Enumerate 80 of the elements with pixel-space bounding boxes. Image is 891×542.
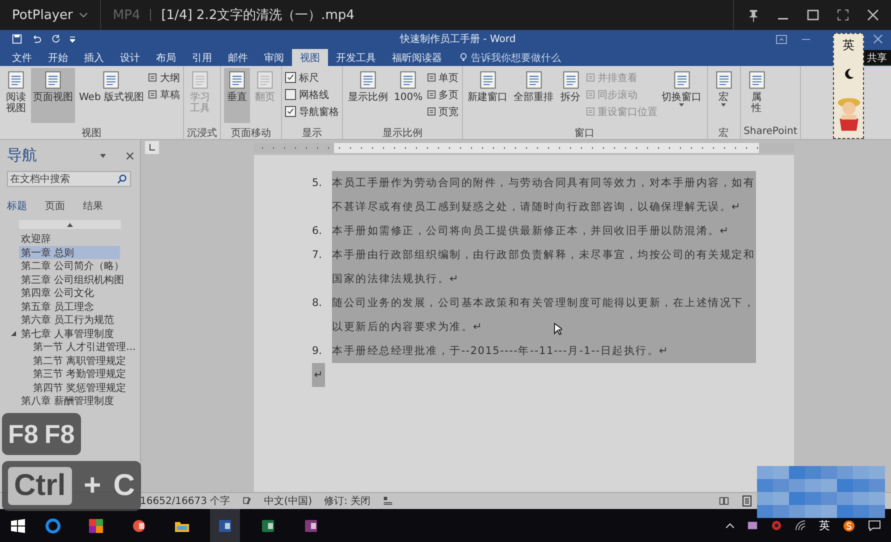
ribbon-button[interactable]: 单页	[426, 70, 459, 85]
ribbon-tab[interactable]: 布局	[148, 49, 184, 66]
ribbon-button[interactable]: 全部重排	[512, 68, 556, 123]
list-number: 5.	[312, 176, 324, 191]
ribbon-button[interactable]: 多页	[426, 87, 459, 102]
ribbon-button[interactable]: 100%	[392, 68, 425, 123]
group-label: 显示	[300, 127, 323, 139]
share-button[interactable]: 共享	[863, 50, 891, 65]
heading-item[interactable]: 第八章 薪酬管理制度	[19, 394, 116, 408]
paragraph-text: 本手册由行政部组织编制，由行政部负责解释，未尽事宜，均按公司的有关规定和国家的法律法规执行。↵	[332, 243, 756, 291]
heading-item[interactable]: 第四节 奖惩管理规定	[31, 380, 128, 394]
ribbon-button[interactable]: 新建窗口	[466, 68, 510, 123]
input-method-widget[interactable]: 英	[833, 33, 864, 139]
ribbon-tab[interactable]: 开始	[40, 49, 76, 66]
ribbon-tab[interactable]: 设计	[112, 49, 148, 66]
checkbox[interactable]: 网格线	[284, 87, 339, 102]
ribbon-button[interactable]: 大纲	[148, 70, 180, 85]
group-label: 宏	[718, 126, 730, 139]
group-label: 页面移动	[230, 127, 272, 139]
paragraph-text: 本员工手册作为劳动合同的附件，与劳动合同具有同等效力，对本手册内容，如有不甚详尽或有使员工感到疑惑之处，请随时向行政部咨询，以确保理解无误。↵	[332, 171, 756, 219]
ribbon-button[interactable]: 拆分	[558, 68, 584, 123]
ribbon-tab[interactable]: 插入	[76, 49, 112, 66]
ribbon-button[interactable]: 属 性	[744, 68, 770, 123]
ribbon-tab[interactable]: 文件	[4, 49, 40, 66]
search-field[interactable]: 在文档中搜索	[7, 171, 131, 187]
ribbon-button[interactable]: Web 版式视图	[77, 68, 146, 123]
heading-item[interactable]: 第三节 考勤管理规定	[31, 367, 128, 380]
ribbon-button[interactable]: 宏	[710, 68, 737, 123]
ribbon-tab[interactable]: 引用	[184, 49, 220, 66]
heading-item[interactable]: 第五章 员工理念	[19, 300, 96, 313]
ribbon-button[interactable]: 垂直	[224, 68, 250, 123]
group-label: SharePoint	[744, 126, 798, 139]
track-changes-status[interactable]: 修订: 关闭	[324, 494, 371, 508]
format-label: MP4	[112, 8, 140, 22]
paragraph-text: 本手册经总经理批准，于--2015----年--11---月-1--日起执行。↵	[332, 339, 756, 363]
ribbon-tab[interactable]: 审阅	[256, 49, 292, 66]
heading-item[interactable]: 第一节 人才引进管理...	[31, 340, 138, 354]
pane-tab[interactable]: 页面	[45, 199, 65, 213]
keystroke-overlay: Ctrl + C	[2, 461, 141, 511]
heading-item[interactable]: 第二章 公司简介（略）	[19, 259, 126, 272]
ribbon-button[interactable]: 显示比例	[346, 68, 390, 123]
ribbon-tab[interactable]: 视图	[292, 49, 328, 66]
language-status[interactable]: 中文(中国)	[264, 494, 312, 508]
heading-item[interactable]: 第七章 人事管理制度	[19, 326, 116, 340]
ribbon-tab[interactable]: 福昕阅读器	[384, 49, 450, 66]
checkbox[interactable]: 标尺	[284, 70, 339, 85]
ribbon-button[interactable]: 切换窗口	[660, 68, 704, 123]
paragraph-text: 本手册如需修正，公司将向员工提供最新修正本，并回收旧手册以防混淆。↵	[332, 219, 756, 243]
input-language-indicator[interactable]: 英	[819, 518, 830, 533]
heading-item[interactable]: 第一章 总则	[19, 246, 120, 259]
ribbon-button[interactable]: 页宽	[426, 104, 459, 119]
checkbox[interactable]: 导航窗格	[284, 104, 339, 119]
pane-tab[interactable]: 标题	[7, 199, 27, 213]
heading-item[interactable]: 第三章 公司组织机构图	[19, 272, 126, 286]
heading-item[interactable]: 欢迎辞	[19, 232, 53, 246]
ribbon-button[interactable]: 页面视图	[31, 68, 75, 123]
group-label: 窗口	[574, 126, 596, 139]
paragraph-mark: ↵	[312, 363, 325, 387]
list-number: 7.	[312, 248, 324, 263]
group-label: 显示比例	[381, 126, 424, 139]
list-number: 9.	[312, 344, 324, 359]
list-number: 6.	[312, 224, 324, 239]
heading-item[interactable]: 第二节 离职管理规定	[31, 354, 128, 367]
ribbon-tab[interactable]: 邮件	[220, 49, 256, 66]
tell-me-search[interactable]: 告诉我你想要做什么	[460, 49, 561, 66]
ribbon-button[interactable]: 草稿	[148, 87, 180, 102]
group-label: 沉浸式	[186, 126, 217, 139]
file-title: [1/4] 2.2文字的清洗（一）.mp4	[161, 7, 354, 24]
ribbon-button[interactable]: 阅读 视图	[3, 68, 29, 123]
paragraph-text: 随公司业务的发展，公司基本政策和有关管理制度可能得以更新，在上述情况下，以更新后的内容要求为准。↵	[332, 291, 756, 339]
window-title: 快速制作员工手册 - Word	[400, 32, 516, 46]
pane-title: 导航	[7, 146, 38, 165]
word-count[interactable]: 16652/16673 个字	[140, 494, 230, 508]
heading-item[interactable]: 第六章 员工行为规范	[19, 313, 116, 326]
heading-item[interactable]: 第四章 公司文化	[19, 286, 96, 300]
list-number: 8.	[312, 296, 324, 311]
pane-tab[interactable]: 结果	[83, 199, 103, 213]
group-label: 视图	[80, 126, 102, 139]
keystroke-overlay: F8 F8	[2, 413, 81, 455]
ribbon-tab[interactable]: 开发工具	[328, 49, 384, 66]
